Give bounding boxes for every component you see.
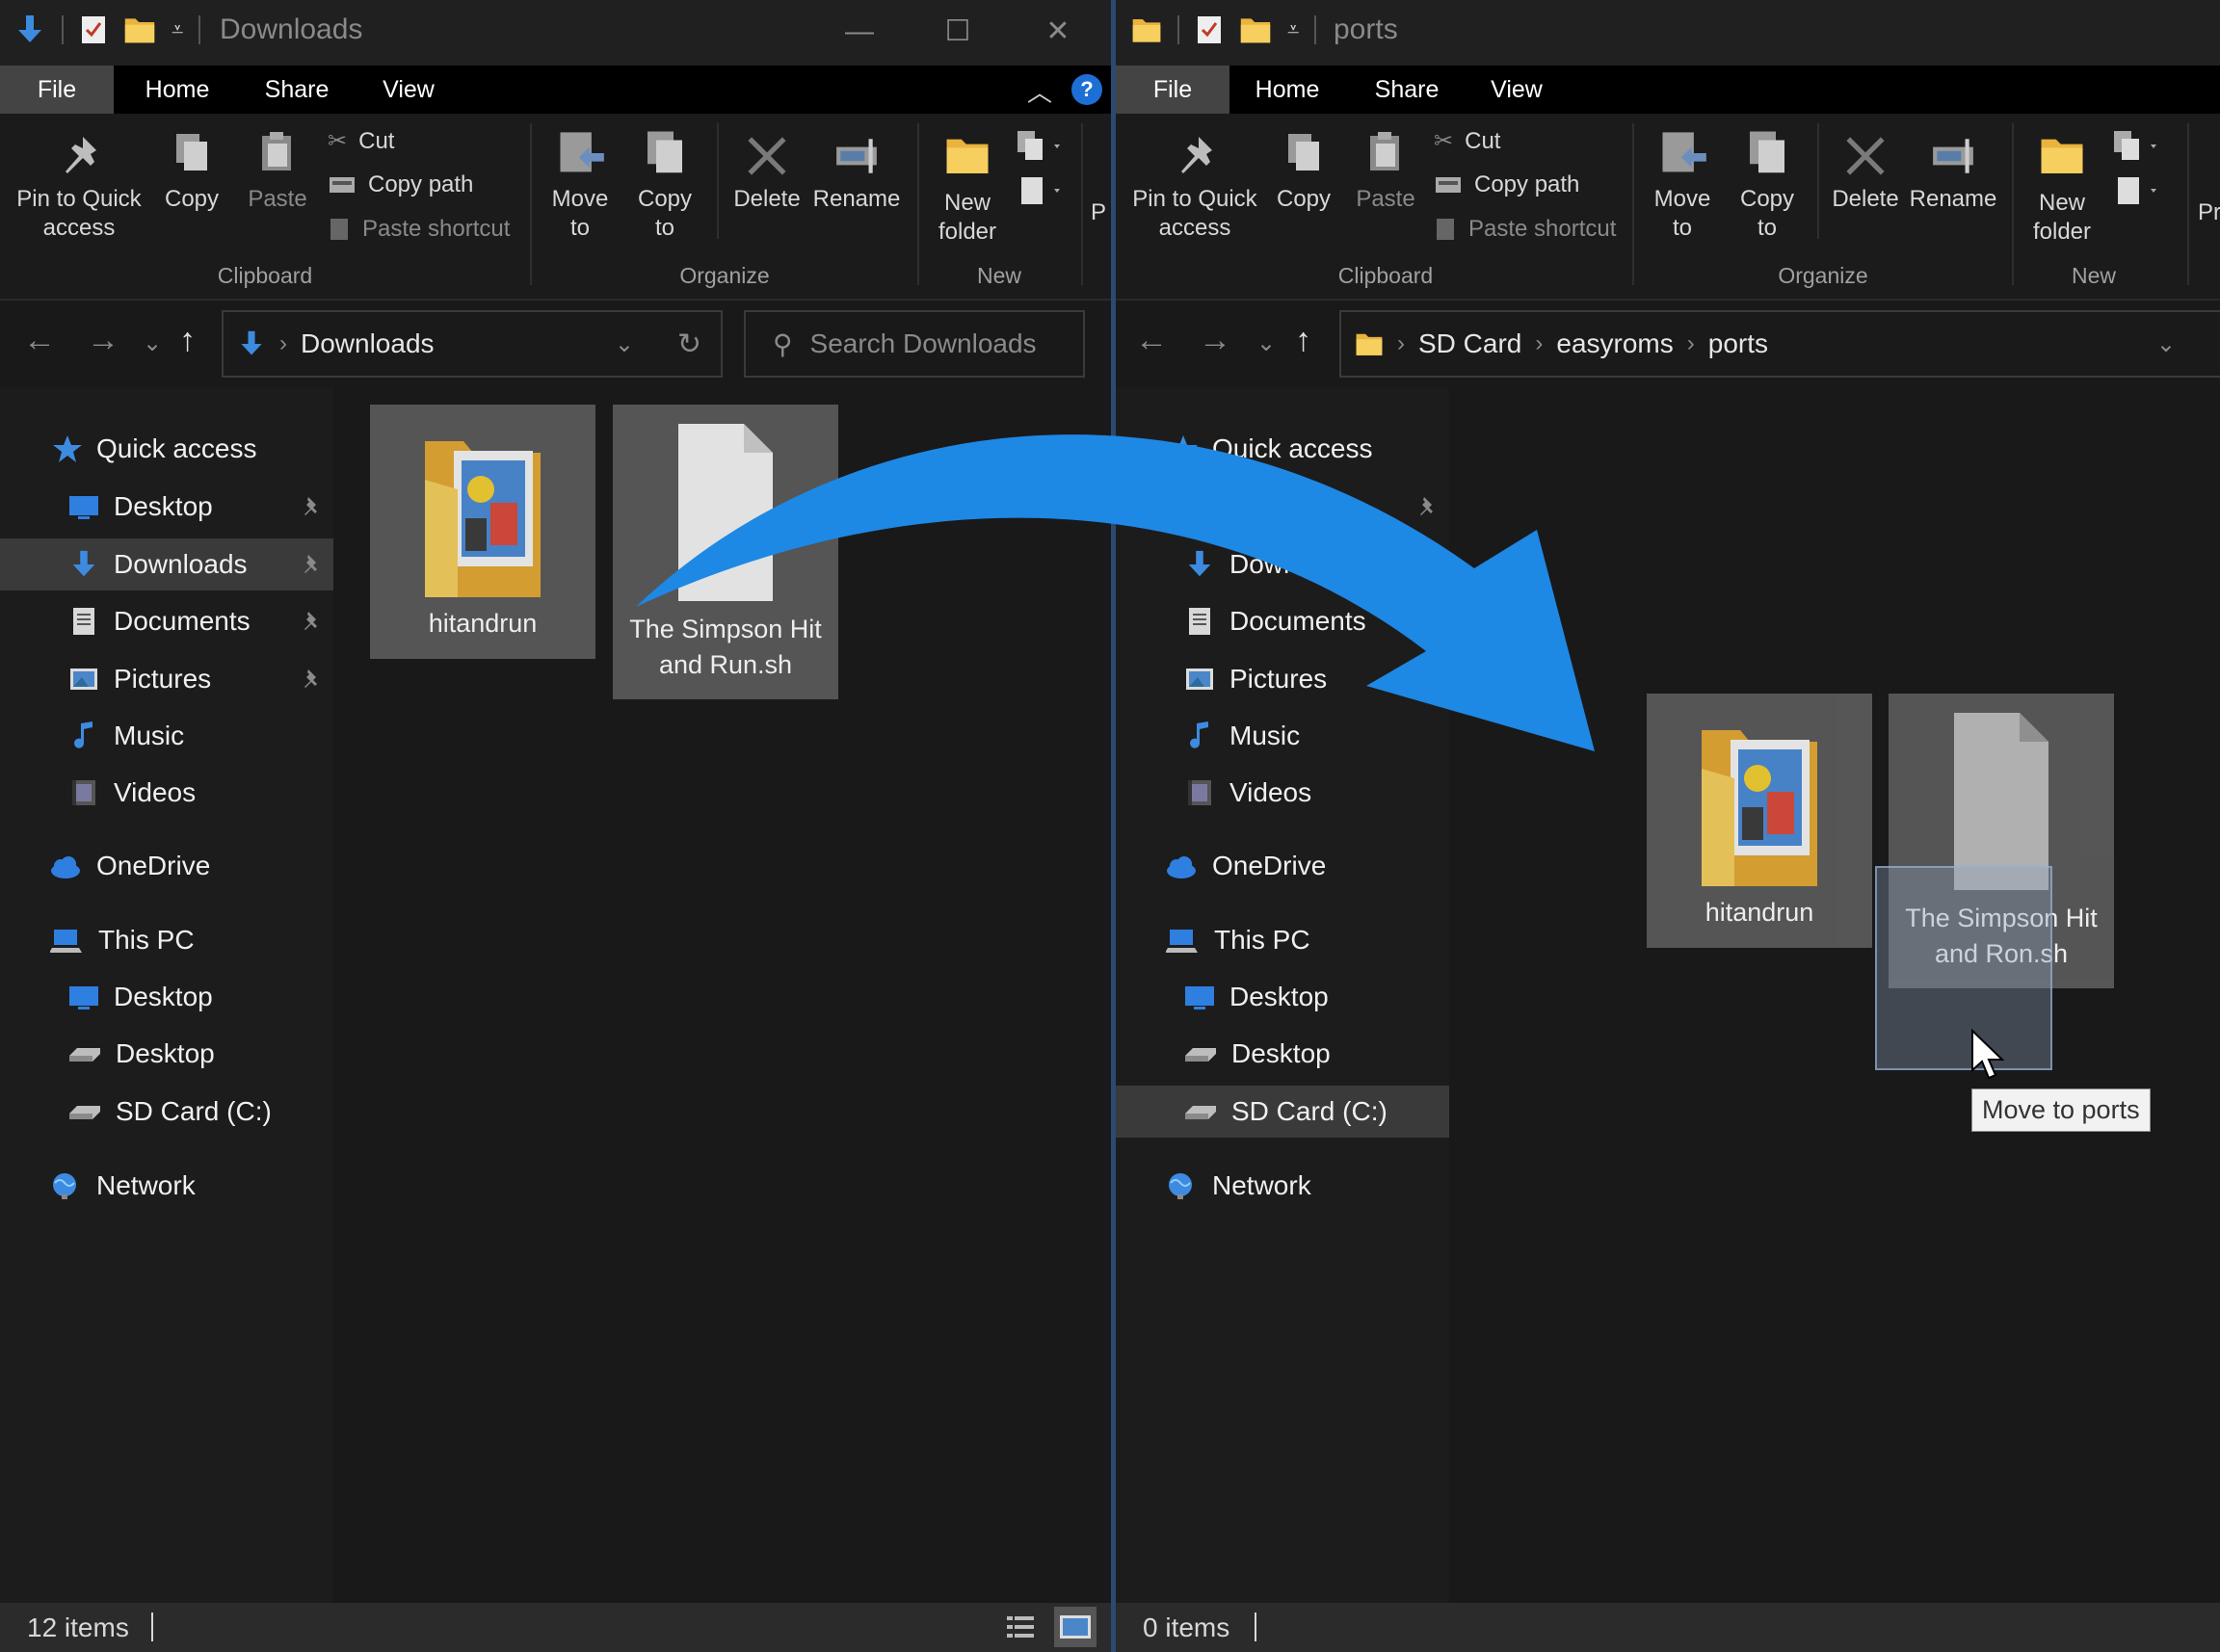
drag-arrow [636,434,1595,751]
